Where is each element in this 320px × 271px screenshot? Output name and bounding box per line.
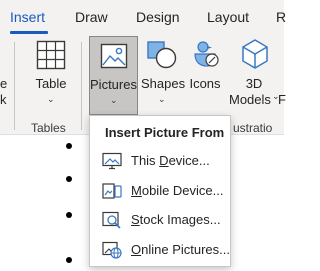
menu-item-label: Mobile Device...	[131, 183, 224, 198]
cut-off-command[interactable]: e k	[0, 34, 10, 114]
stock-images-icon	[102, 211, 121, 229]
group-separator	[81, 42, 82, 130]
ribbon-tab-bar: Insert Draw Design Layout R	[0, 0, 286, 34]
mobile-device-icon	[102, 183, 122, 199]
tab-insert[interactable]: Insert	[10, 8, 45, 26]
shapes-label: Shapes	[141, 76, 186, 91]
tab-design[interactable]: Design	[136, 8, 180, 26]
group-separator	[14, 42, 15, 130]
cut-off-command-label[interactable]: F	[278, 92, 286, 107]
icons-button[interactable]: Icons	[185, 34, 225, 114]
menu-item-label: Stock Images...	[131, 212, 221, 227]
tab-draw[interactable]: Draw	[75, 8, 108, 26]
table-label: Table	[35, 76, 67, 91]
shapes-icon	[147, 41, 177, 69]
menu-item-online-pictures[interactable]: Online Pictures...	[90, 236, 230, 264]
chevron-down-icon: ⌄	[47, 94, 55, 104]
table-icon	[36, 40, 66, 70]
3d-models-label-line1: 3D	[245, 76, 263, 91]
menu-item-label: Online Pictures...	[131, 242, 230, 257]
icons-icon	[194, 41, 219, 67]
shapes-button[interactable]: Shapes ⌄	[141, 34, 186, 114]
tab-references-partial[interactable]: R	[276, 8, 286, 26]
menu-item-this-device[interactable]: This Device...	[90, 147, 230, 175]
table-button[interactable]: Table ⌄	[30, 34, 72, 114]
3d-models-button[interactable]: 3D Models ⌄	[228, 34, 280, 114]
bullet-point	[66, 257, 72, 263]
group-label-illustrations: ustratio	[233, 121, 273, 135]
menu-header: Insert Picture From	[105, 125, 225, 140]
pictures-button[interactable]: Pictures ⌄	[89, 36, 138, 115]
this-device-icon	[102, 152, 122, 170]
menu-item-mobile-device[interactable]: Mobile Device...	[90, 177, 230, 205]
pictures-icon	[100, 43, 128, 69]
chevron-down-icon: ⌄	[158, 94, 166, 104]
pictures-label: Pictures	[90, 77, 137, 92]
group-label-tables: Tables	[31, 121, 66, 135]
chevron-down-icon: ⌄	[110, 95, 118, 105]
bullet-point	[66, 176, 72, 182]
menu-item-stock-images[interactable]: Stock Images...	[90, 206, 230, 234]
icons-label: Icons	[189, 76, 221, 91]
bullet-point	[66, 212, 72, 218]
bullet-point	[66, 143, 72, 149]
3d-cube-icon	[242, 39, 268, 69]
menu-item-label: This Device...	[131, 153, 210, 168]
insert-picture-menu: Insert Picture From This Device... Mobil…	[89, 115, 231, 267]
online-pictures-icon	[102, 241, 122, 259]
tab-layout[interactable]: Layout	[207, 8, 249, 26]
